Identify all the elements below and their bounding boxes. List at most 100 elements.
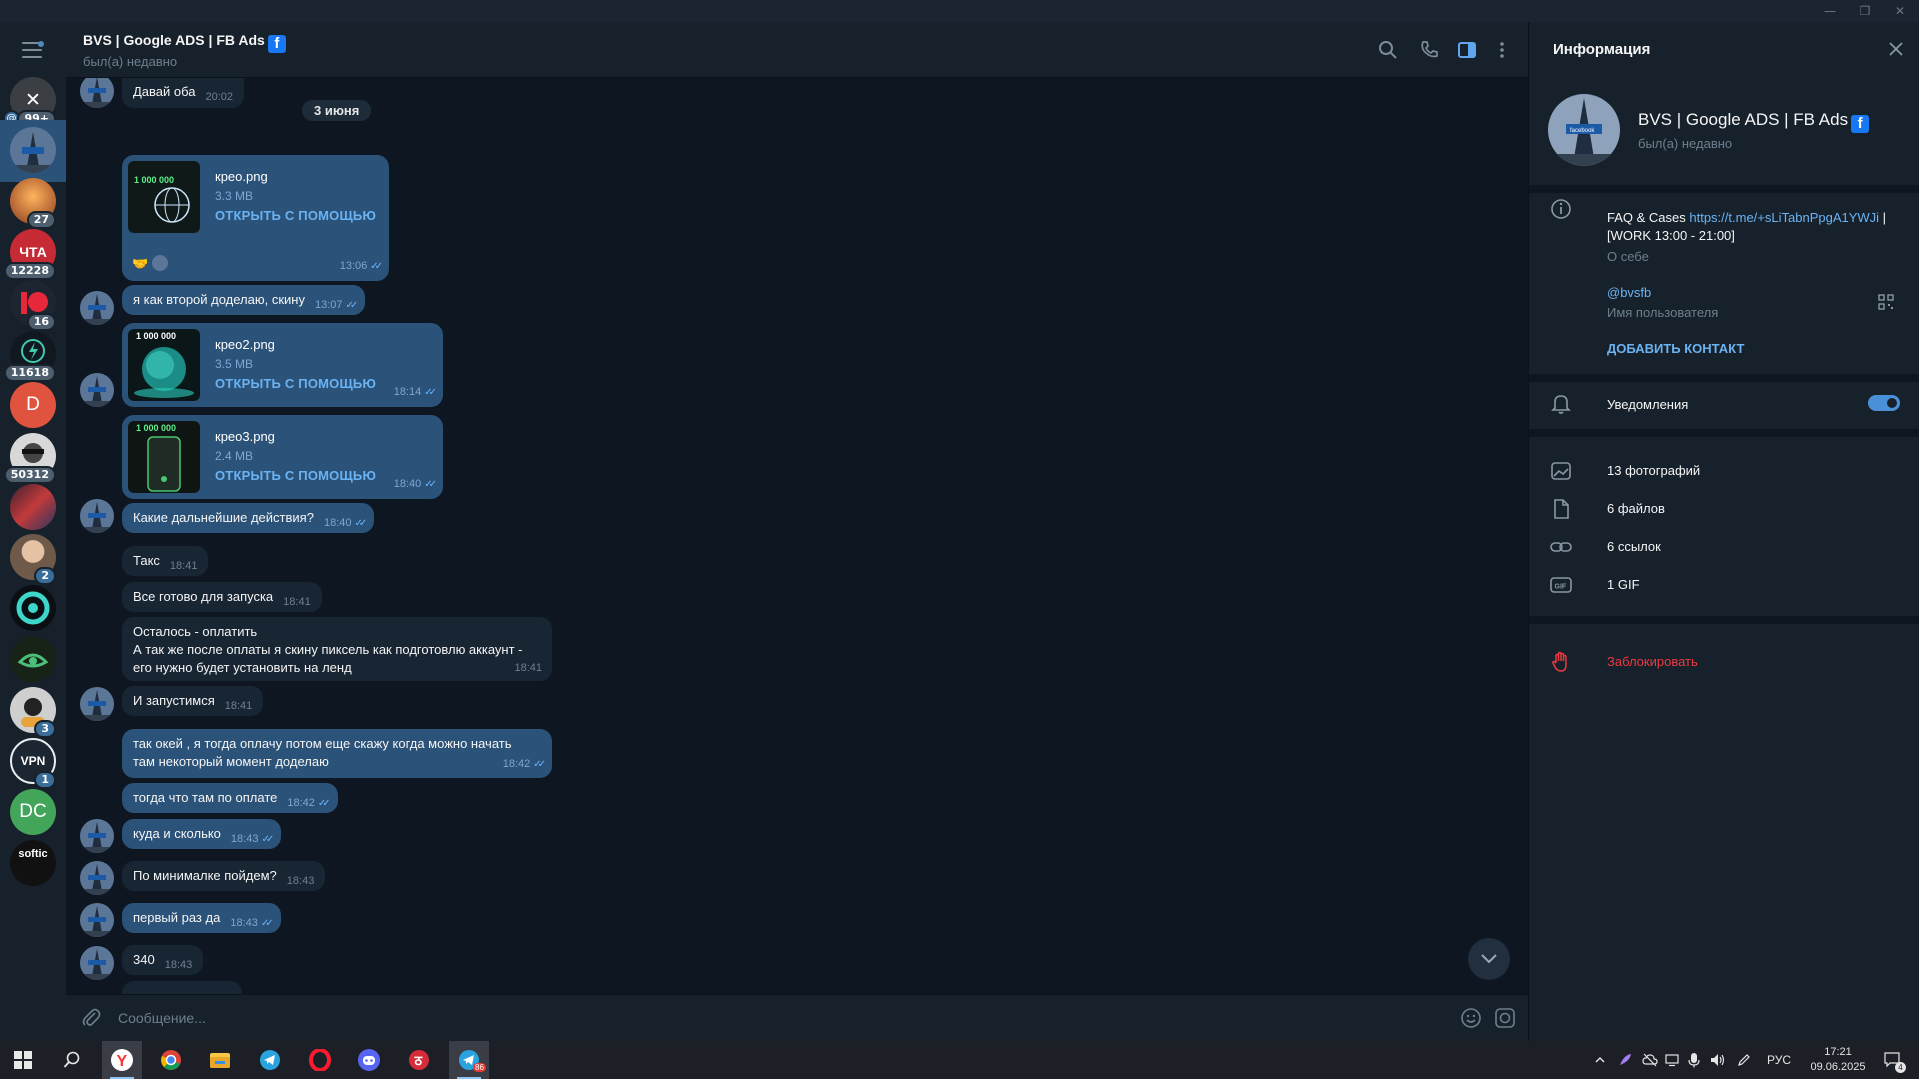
read-check-icon: ✓✓ bbox=[424, 387, 437, 398]
message-incoming[interactable]: И запустимся 18:41 bbox=[122, 686, 264, 716]
message-incoming[interactable]: Осталось - оплатить А так же после оплат… bbox=[122, 617, 552, 681]
gif-icon: GIF bbox=[1549, 573, 1573, 597]
chrome-icon[interactable] bbox=[151, 1041, 191, 1079]
message-incoming[interactable]: Давай оба 20:02 bbox=[122, 78, 245, 108]
open-with-button[interactable]: ОТКРЫТЬ С ПОМОЩЬЮ bbox=[215, 207, 376, 225]
speaker-icon[interactable] bbox=[1708, 1041, 1728, 1079]
telegram-active-icon[interactable]: 86 bbox=[449, 1041, 489, 1079]
add-contact-button[interactable]: ДОБАВИТЬ КОНТАКТ bbox=[1607, 340, 1744, 358]
language-indicator[interactable]: РУС bbox=[1762, 1041, 1796, 1079]
file-explorer-icon[interactable] bbox=[200, 1041, 240, 1079]
video-message-icon[interactable] bbox=[1494, 1007, 1516, 1029]
network-icon[interactable] bbox=[1662, 1041, 1682, 1079]
divider bbox=[1529, 429, 1919, 437]
pen-icon[interactable] bbox=[1734, 1041, 1754, 1079]
message-outgoing[interactable]: я как второй доделаю, скину 13:07 ✓✓ bbox=[122, 285, 366, 315]
read-check-icon: ✓✓ bbox=[424, 479, 437, 490]
phone-icon[interactable] bbox=[1418, 39, 1440, 61]
avatar[interactable] bbox=[80, 687, 114, 721]
notifications-toggle[interactable] bbox=[1868, 395, 1900, 411]
feather-icon[interactable] bbox=[1615, 1041, 1635, 1079]
avatar[interactable] bbox=[80, 373, 114, 407]
restore-icon[interactable]: ❐ bbox=[1850, 2, 1880, 20]
message-text: Какие дальнейшие действия? bbox=[133, 510, 314, 525]
file-message[interactable]: 1 000 000 крео.png 3.3 MB ОТКРЫТЬ С ПОМО… bbox=[122, 155, 389, 281]
message-incoming[interactable]: По минималке пойдем? 18:43 bbox=[122, 861, 326, 891]
open-with-button[interactable]: ОТКРЫТЬ С ПОМОЩЬЮ bbox=[215, 467, 376, 485]
file-message[interactable]: 1 000 000 крео3.png 2.4 MB ОТКРЫТЬ С ПОМ… bbox=[122, 415, 443, 499]
media-links-row[interactable]: 6 ссылок bbox=[1529, 528, 1919, 566]
scroll-down-button[interactable] bbox=[1468, 938, 1510, 980]
read-check-icon: ✓✓ bbox=[260, 918, 274, 929]
media-gif-row[interactable]: GIF 1 GIF bbox=[1529, 566, 1919, 604]
message-outgoing[interactable]: первый раз да 18:43 ✓✓ bbox=[122, 903, 281, 933]
yandex-browser-icon[interactable]: Y bbox=[102, 1041, 142, 1079]
clock-date: 09.06.2025 bbox=[1810, 1061, 1866, 1073]
notification-count: 4 bbox=[1895, 1062, 1906, 1073]
windows-start-icon[interactable] bbox=[3, 1041, 43, 1079]
minimize-icon[interactable]: — bbox=[1815, 2, 1845, 20]
message-outgoing[interactable]: так окей , я тогда оплачу потом еще скаж… bbox=[122, 729, 552, 778]
message-outgoing[interactable]: куда и сколько 18:43 ✓✓ bbox=[122, 819, 282, 849]
svg-text:Y: Y bbox=[117, 1053, 128, 1070]
emoji-icon[interactable] bbox=[1460, 1007, 1482, 1029]
search-icon[interactable] bbox=[52, 1041, 92, 1079]
cloud-off-icon[interactable] bbox=[1640, 1041, 1660, 1079]
avatar[interactable] bbox=[80, 78, 114, 108]
file-thumbnail[interactable]: 1 000 000 bbox=[128, 329, 200, 401]
bio-link[interactable]: https://t.me/+sLiTabnPpgA1YWJi bbox=[1689, 210, 1879, 225]
block-user-row[interactable]: Заблокировать bbox=[1529, 645, 1919, 683]
discord-icon[interactable] bbox=[349, 1041, 389, 1079]
avatar[interactable] bbox=[80, 291, 114, 325]
message-input[interactable] bbox=[118, 1005, 1358, 1031]
notification-center-icon[interactable]: 4 bbox=[1878, 1041, 1908, 1079]
file-message[interactable]: 1 000 000 крео2.png 3.5 MB ОТКРЫТЬ С ПОМ… bbox=[122, 323, 443, 407]
file-thumbnail[interactable]: 1 000 000 bbox=[128, 161, 200, 233]
read-check-icon: ✓✓ bbox=[317, 798, 331, 809]
avatar[interactable] bbox=[80, 903, 114, 937]
message-incoming[interactable]: Такс 18:41 bbox=[122, 546, 209, 576]
message-time: 18:43 ✓✓ bbox=[230, 914, 274, 933]
username-link[interactable]: @bvsfb bbox=[1607, 284, 1651, 302]
svg-text:GIF: GIF bbox=[1555, 584, 1567, 591]
reaction-emoji[interactable]: 🤝 bbox=[132, 255, 148, 273]
profile-avatar[interactable]: facebook bbox=[1548, 94, 1620, 166]
avatar[interactable] bbox=[80, 861, 114, 895]
avatar[interactable] bbox=[80, 499, 114, 533]
message-outgoing[interactable]: Какие дальнейшие действия? 18:40 ✓✓ bbox=[122, 503, 375, 533]
message-text: так окей , я тогда оплачу потом еще скаж… bbox=[133, 736, 512, 769]
microphone-icon[interactable] bbox=[1684, 1041, 1704, 1079]
message-text: Осталось - оплатить А так же после оплат… bbox=[133, 624, 523, 675]
attach-icon[interactable] bbox=[80, 1007, 102, 1029]
media-files-row[interactable]: 6 файлов bbox=[1529, 490, 1919, 528]
file-thumbnail[interactable]: 1 000 000 bbox=[128, 421, 200, 493]
telegram-window: — ❐ ✕ ✕ @ 99+ 27 ЧТА 12228 16 11618 D 50… bbox=[0, 0, 1919, 1079]
message-list[interactable]: Давай оба 20:02 3 июня 1 000 000 крео.png… bbox=[66, 78, 1528, 994]
link-icon bbox=[1549, 535, 1573, 559]
more-vertical-icon[interactable] bbox=[1491, 39, 1513, 61]
message-incoming[interactable] bbox=[122, 981, 242, 994]
qr-code-icon[interactable] bbox=[1878, 294, 1894, 310]
window-close-icon[interactable]: ✕ bbox=[1885, 2, 1915, 20]
sidebar-toggle-icon[interactable] bbox=[1456, 39, 1478, 61]
avatar[interactable] bbox=[80, 946, 114, 980]
chat-title[interactable]: BVS | Google ADS | FB Ads f bbox=[83, 32, 286, 53]
telegram-icon[interactable] bbox=[250, 1041, 290, 1079]
opera-icon[interactable] bbox=[300, 1041, 340, 1079]
message-outgoing[interactable]: тогда что там по оплате 18:42 ✓✓ bbox=[122, 783, 338, 813]
bio-label: О себе bbox=[1607, 249, 1649, 264]
chevron-up-icon[interactable] bbox=[1590, 1041, 1610, 1079]
avatar[interactable] bbox=[80, 819, 114, 853]
open-with-button[interactable]: ОТКРЫТЬ С ПОМОЩЬЮ bbox=[215, 375, 376, 393]
message-incoming[interactable]: Все готово для запуска 18:41 bbox=[122, 582, 322, 612]
message-time: 18:43 ✓✓ bbox=[231, 830, 274, 849]
media-photos-row[interactable]: 13 фотографий bbox=[1529, 452, 1919, 490]
clock[interactable]: 17:21 09.06.2025 bbox=[1798, 1041, 1878, 1079]
close-icon[interactable] bbox=[1887, 40, 1905, 58]
avatar: softic bbox=[10, 840, 56, 886]
app-icon[interactable]: ठ bbox=[399, 1041, 439, 1079]
windows-taskbar: Y ठ 86 РУС 17:21 09.06.2025 4 bbox=[0, 1041, 1919, 1079]
message-incoming[interactable]: 340 18:43 bbox=[122, 945, 204, 975]
search-icon[interactable] bbox=[1377, 39, 1399, 61]
chat-list-item[interactable]: softic bbox=[0, 833, 66, 895]
